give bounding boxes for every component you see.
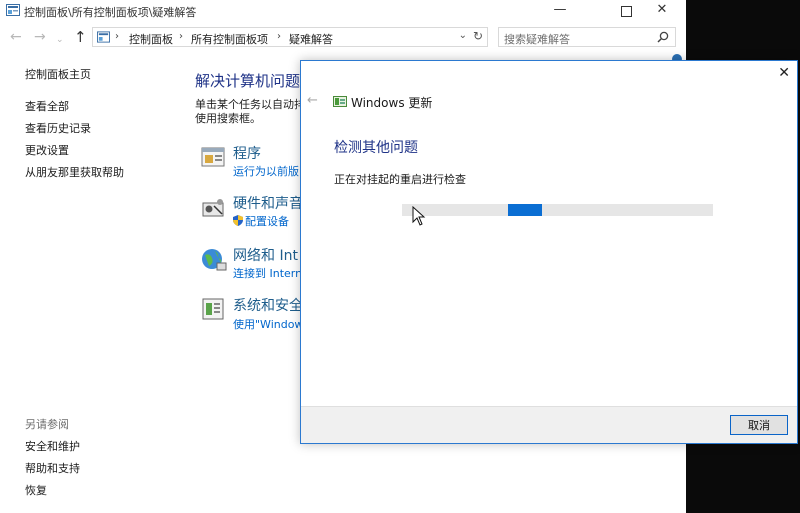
back-button[interactable]: ←: [10, 30, 22, 44]
network-icon: [202, 249, 227, 271]
search-input[interactable]: 搜索疑难解答: [498, 27, 676, 47]
sidebar-item-settings[interactable]: 更改设置: [25, 142, 69, 158]
troubleshooter-dialog: ✕ ← Windows 更新 检测其他问题 正在对挂起的重启进行检查 取消: [300, 60, 798, 444]
hardware-sound-icon: [202, 199, 224, 217]
sidebar-item-help-support[interactable]: 帮助和支持: [25, 460, 80, 476]
category-network-link[interactable]: 连接到 Intern: [233, 265, 302, 281]
close-button[interactable]: ✕: [644, 0, 680, 22]
forward-button[interactable]: →: [34, 30, 46, 44]
cancel-button[interactable]: 取消: [730, 415, 788, 435]
breadcrumb-troubleshooting[interactable]: 疑难解答: [289, 31, 333, 47]
breadcrumb-separator: ›: [179, 31, 183, 42]
refresh-button[interactable]: ↻: [473, 29, 483, 43]
category-programs-link[interactable]: 运行为以前版: [233, 163, 299, 179]
programs-icon: [201, 147, 225, 167]
progress-indicator: [508, 204, 542, 216]
search-icon[interactable]: [657, 31, 669, 43]
dialog-footer: 取消: [301, 406, 797, 443]
dialog-heading: 检测其他问题: [334, 140, 418, 156]
category-system-security[interactable]: 系统和安全: [233, 295, 303, 315]
title-bar: 控制面板\所有控制面板项\疑难解答 — ✕: [0, 0, 686, 22]
category-programs[interactable]: 程序: [233, 143, 261, 163]
sidebar-item-history[interactable]: 查看历史记录: [25, 120, 91, 136]
uac-shield-icon: [233, 215, 243, 226]
category-hardware-sound-link-text: 配置设备: [245, 215, 289, 228]
category-system-security-link[interactable]: 使用"Window: [233, 316, 303, 332]
search-placeholder: 搜索疑难解答: [504, 33, 570, 46]
minimize-button[interactable]: —: [542, 0, 578, 22]
windows-update-icon: [333, 96, 347, 107]
maximize-button[interactable]: [608, 0, 644, 22]
up-button[interactable]: ↑: [74, 30, 87, 45]
address-dropdown-button[interactable]: ⌄: [459, 30, 467, 41]
dialog-close-button[interactable]: ✕: [778, 65, 790, 81]
category-hardware-sound-link[interactable]: 配置设备: [233, 213, 289, 229]
control-panel-icon: [97, 31, 110, 43]
dialog-title: Windows 更新: [351, 96, 433, 110]
category-network[interactable]: 网络和 Int: [233, 245, 298, 265]
progress-bar: [402, 204, 713, 216]
sidebar-item-home[interactable]: 控制面板主页: [25, 66, 91, 82]
sidebar-item-friend-help[interactable]: 从朋友那里获取帮助: [25, 164, 124, 180]
see-also-heading: 另请参阅: [25, 418, 69, 431]
dialog-back-button[interactable]: ←: [307, 93, 318, 108]
control-panel-icon: [6, 4, 20, 16]
navigation-bar: ← → ⌄ ↑ › 控制面板 › 所有控制面板项 › 疑难解答 ⌄ ↻ 搜索疑难…: [0, 26, 686, 50]
maximize-icon: [620, 6, 632, 17]
breadcrumb-all-items[interactable]: 所有控制面板项: [191, 31, 268, 47]
recent-locations-button[interactable]: ⌄: [56, 33, 64, 47]
system-security-icon: [202, 298, 224, 320]
sidebar-item-view-all[interactable]: 查看全部: [25, 98, 69, 114]
sidebar-item-security-maintenance[interactable]: 安全和维护: [25, 438, 80, 454]
page-description: 使用搜索框。: [195, 112, 261, 125]
breadcrumb-separator: ›: [115, 31, 119, 42]
window-title: 控制面板\所有控制面板项\疑难解答: [24, 6, 197, 19]
dialog-status: 正在对挂起的重启进行检查: [334, 173, 466, 186]
sidebar-item-recovery[interactable]: 恢复: [25, 482, 47, 498]
address-bar[interactable]: › 控制面板 › 所有控制面板项 › 疑难解答 ⌄ ↻: [92, 27, 488, 47]
category-hardware-sound[interactable]: 硬件和声音: [233, 193, 303, 213]
mouse-cursor-icon: [412, 206, 426, 226]
breadcrumb-separator: ›: [277, 31, 281, 42]
page-title: 解决计算机问题: [195, 72, 301, 90]
breadcrumb-control-panel[interactable]: 控制面板: [129, 31, 173, 47]
